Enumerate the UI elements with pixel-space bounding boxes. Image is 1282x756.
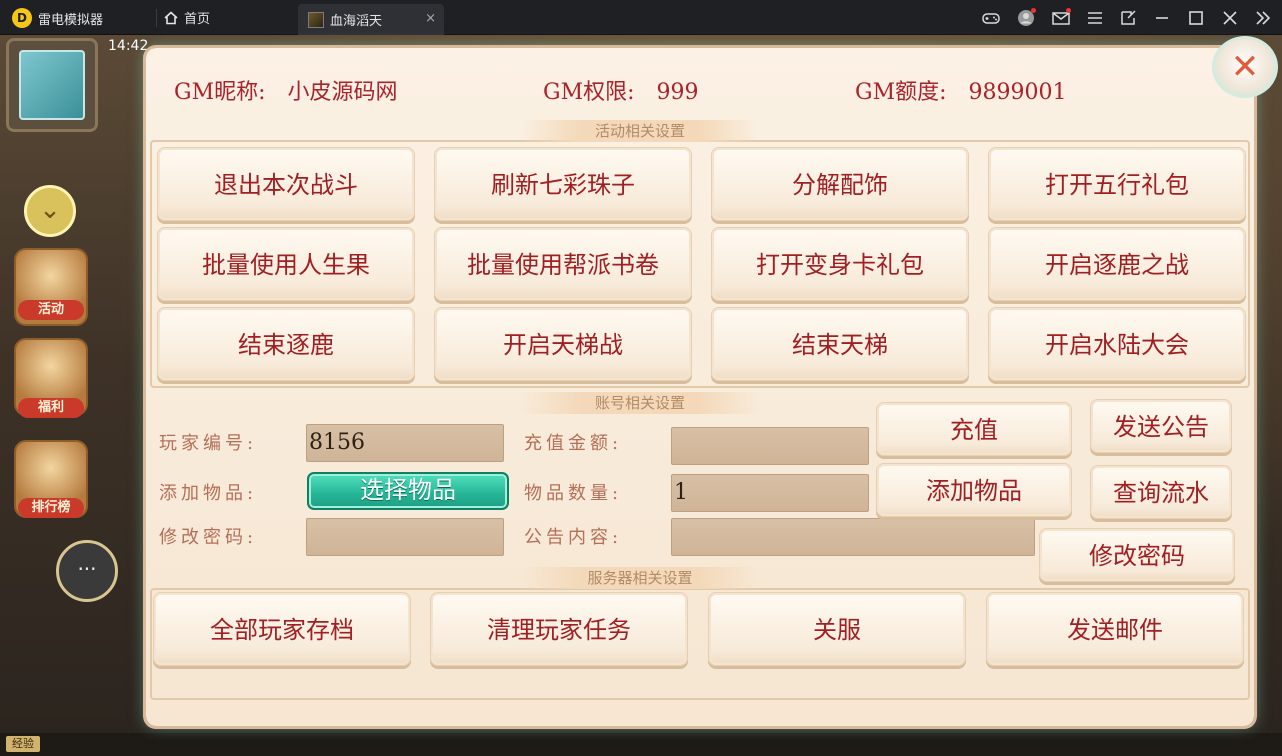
mail-icon[interactable] <box>1051 8 1071 28</box>
tab-game-label: 血海滔天 <box>330 14 383 29</box>
mail-notification-dot <box>1066 8 1071 13</box>
recharge-amount-label: 充值金额: <box>524 433 623 454</box>
shutdown-server-button[interactable]: 关服 <box>708 592 966 666</box>
end-zhulu-button[interactable]: 结束逐鹿 <box>157 307 415 381</box>
activity-section-title: 活动相关设置 <box>520 120 760 142</box>
recharge-amount-input[interactable] <box>671 427 869 465</box>
hud-clock: 14:42 <box>108 38 149 54</box>
player-id-label: 玩家编号: <box>159 433 258 454</box>
send-mail-button[interactable]: 发送邮件 <box>986 592 1244 666</box>
home-icon <box>164 10 178 24</box>
tab-game[interactable]: 血海滔天 × <box>298 4 444 35</box>
emulator-app-name: 雷电模拟器 <box>38 13 104 28</box>
start-ladder-battle-button[interactable]: 开启天梯战 <box>434 307 692 381</box>
password-input[interactable] <box>306 518 504 556</box>
start-zhulu-battle-button[interactable]: 开启逐鹿之战 <box>988 227 1246 301</box>
item-quantity-input[interactable]: 1 <box>671 474 869 512</box>
add-item-button[interactable]: 添加物品 <box>876 463 1072 517</box>
experience-bar <box>0 733 1282 756</box>
panel-close-button[interactable]: ✕ <box>1212 36 1278 98</box>
change-password-button[interactable]: 修改密码 <box>1039 528 1235 582</box>
select-item-button[interactable]: 选择物品 <box>307 472 509 510</box>
gm-permission-value: 999 <box>656 80 699 105</box>
exit-battle-button[interactable]: 退出本次战斗 <box>157 147 415 221</box>
end-ladder-button[interactable]: 结束天梯 <box>711 307 969 381</box>
open-transform-pack-button[interactable]: 打开变身卡礼包 <box>711 227 969 301</box>
activity-label: 活动 <box>18 300 84 320</box>
decompose-accessory-button[interactable]: 分解配饰 <box>711 147 969 221</box>
game-tab-icon <box>308 11 324 28</box>
add-item-label: 添加物品: <box>159 483 258 504</box>
account-section-title: 账号相关设置 <box>520 392 760 414</box>
player-id-input[interactable]: 8156 <box>306 424 504 462</box>
gm-nickname-value: 小皮源码网 <box>287 80 398 105</box>
titlebar-divider <box>156 9 157 27</box>
tab-home-label: 首页 <box>184 12 211 27</box>
gm-quota-value: 9899001 <box>968 80 1067 105</box>
close-window-icon[interactable] <box>1220 8 1240 28</box>
send-announcement-button[interactable]: 发送公告 <box>1090 399 1232 453</box>
query-flow-button[interactable]: 查询流水 <box>1090 465 1232 519</box>
resize-window-icon[interactable] <box>1118 8 1138 28</box>
tab-home[interactable]: 首页 <box>164 8 210 27</box>
close-icon: ✕ <box>1230 47 1260 87</box>
recharge-button[interactable]: 充值 <box>876 402 1072 456</box>
experience-label: 经验 <box>6 736 40 752</box>
map-icon <box>19 50 85 120</box>
notification-dot <box>1031 8 1036 13</box>
gm-permission-row: GM权限: 999 <box>543 74 699 106</box>
chat-bubble-icon[interactable]: ··· <box>56 540 118 602</box>
emulator-titlebar: D 雷电模拟器 首页 血海滔天 × <box>0 0 1282 35</box>
minimize-icon[interactable] <box>1152 8 1172 28</box>
tab-close-icon[interactable]: × <box>425 11 436 26</box>
clear-player-tasks-button[interactable]: 清理玩家任务 <box>430 592 688 666</box>
chevron-down-icon[interactable]: ⌄ <box>24 185 76 237</box>
item-quantity-label: 物品数量: <box>524 483 623 504</box>
batch-use-fruit-button[interactable]: 批量使用人生果 <box>157 227 415 301</box>
map-button[interactable] <box>6 38 98 132</box>
gm-quota-label: GM额度: <box>855 80 947 105</box>
open-wuxing-pack-button[interactable]: 打开五行礼包 <box>988 147 1246 221</box>
user-avatar-icon[interactable] <box>1016 8 1036 28</box>
change-password-label: 修改密码: <box>159 527 258 548</box>
server-section-title: 服务器相关设置 <box>520 567 760 589</box>
collapse-sidebar-icon[interactable] <box>1253 8 1273 28</box>
save-all-players-button[interactable]: 全部玩家存档 <box>153 592 411 666</box>
announcement-label: 公告内容: <box>524 527 623 548</box>
menu-icon[interactable] <box>1085 8 1105 28</box>
gm-quota-row: GM额度: 9899001 <box>855 74 1067 106</box>
gamepad-icon[interactable] <box>981 8 1001 28</box>
start-shuilu-event-button[interactable]: 开启水陆大会 <box>988 307 1246 381</box>
gm-permission-label: GM权限: <box>543 80 635 105</box>
gm-nickname-label: GM昵称: <box>174 80 266 105</box>
refresh-beads-button[interactable]: 刷新七彩珠子 <box>434 147 692 221</box>
maximize-icon[interactable] <box>1186 8 1206 28</box>
emulator-logo-icon: D <box>12 8 32 28</box>
gm-nickname-row: GM昵称: 小皮源码网 <box>174 74 398 106</box>
leaderboard-label: 排行榜 <box>18 498 84 518</box>
welfare-label: 福利 <box>18 398 84 418</box>
batch-use-guild-scroll-button[interactable]: 批量使用帮派书卷 <box>434 227 692 301</box>
announcement-input[interactable] <box>671 518 1035 556</box>
